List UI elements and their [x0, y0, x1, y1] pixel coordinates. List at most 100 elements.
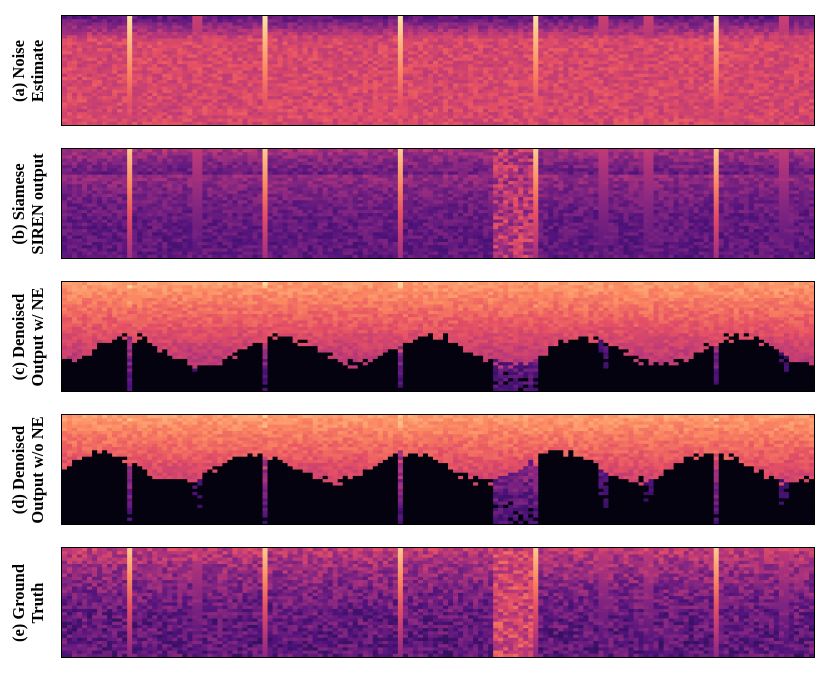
spectrogram-cell	[618, 121, 625, 125]
spectrogram-cell	[638, 121, 645, 125]
spectrogram-cell	[417, 121, 424, 125]
spectrogram-cell	[463, 121, 469, 125]
spectrogram-cell	[277, 121, 284, 125]
spectrogram-cell	[658, 121, 665, 125]
spectrogram-cell	[127, 121, 133, 125]
spectrogram-cell	[242, 121, 249, 125]
spectrogram-cell	[282, 121, 289, 125]
spectrogram-cell	[453, 121, 459, 125]
spectrogram-cell	[683, 121, 690, 125]
spectrogram-cell	[132, 121, 138, 125]
spectrogram-cell	[588, 121, 595, 125]
spectrogram-cell	[528, 121, 534, 125]
spectrogram-cell	[82, 121, 88, 125]
spectrogram-cell	[347, 121, 354, 125]
spectrogram-cell	[458, 121, 464, 125]
spectrogram-cell	[553, 121, 559, 125]
spectrogram-cell	[578, 121, 584, 125]
spectrogram-cell	[513, 121, 519, 125]
spectrogram-cell	[152, 121, 158, 125]
spectrogram-cell	[443, 121, 449, 125]
spectrogram-cell	[713, 121, 720, 125]
spectrogram-cell	[167, 121, 173, 125]
spectrogram-cell	[122, 121, 128, 125]
spectrogram-cell	[508, 121, 514, 125]
spectrogram-cell	[653, 121, 660, 125]
panel-label: (a) Noise Estimate	[0, 14, 56, 128]
spectrogram-cell	[97, 121, 103, 125]
spectrogram-cell	[292, 121, 299, 125]
spectrogram-cell	[397, 121, 404, 125]
spectrogram-cell	[758, 121, 765, 125]
spectrogram-cell	[377, 121, 384, 125]
spectrogram-cell	[673, 121, 680, 125]
spectrogram-cell	[137, 121, 143, 125]
spectrogram-cell	[182, 121, 188, 125]
spectrogram-cell	[643, 121, 650, 125]
spectrogram-cell	[593, 121, 600, 125]
spectrogram-cell	[573, 121, 579, 125]
spectrogram-cell	[448, 121, 454, 125]
spectrogram-cell	[202, 121, 208, 125]
spectrogram-cell	[678, 121, 685, 125]
spectrogram-cell	[668, 121, 675, 125]
spectrogram-cell	[728, 121, 735, 125]
spectrogram-cell	[337, 121, 344, 125]
spectrogram-cell	[583, 121, 589, 125]
spectrogram-cell	[327, 121, 334, 125]
spectrogram-cell	[422, 121, 429, 125]
figure: (a) Noise Estimate (b) Siamese SIREN out…	[0, 0, 831, 678]
spectrogram-cell	[407, 121, 414, 125]
spectrogram-cell	[307, 121, 314, 125]
spectrogram-cell	[247, 121, 254, 125]
spectrogram-cell	[62, 121, 68, 125]
spectrogram-cell	[773, 121, 780, 125]
spectrogram-cell	[698, 121, 705, 125]
spectrogram-cell	[753, 121, 760, 125]
spectrogram-cell	[117, 121, 123, 125]
spectrogram-cell	[112, 121, 118, 125]
spectrogram-cell	[92, 121, 98, 125]
spectrogram-cell	[703, 121, 710, 125]
spectrogram-cell	[548, 121, 554, 125]
spectrogram-cell	[788, 121, 795, 125]
spectrogram-cell	[72, 121, 78, 125]
spectrogram-cell	[107, 121, 113, 125]
spectrogram-cell	[222, 121, 229, 125]
spectrogram-cell	[733, 121, 740, 125]
spectrogram-cell	[438, 121, 444, 125]
spectrogram-cell	[77, 121, 83, 125]
spectrogram-cell	[392, 121, 399, 125]
spectrogram-cell	[538, 121, 544, 125]
spectrogram-cell	[723, 121, 730, 125]
panel-label-line-2: Estimate	[28, 6, 47, 136]
spectrogram-cell	[473, 121, 479, 125]
spectrogram-cell	[488, 121, 494, 125]
spectrogram-cell	[623, 121, 630, 125]
spectrogram-cell	[322, 121, 329, 125]
spectrogram-cell	[693, 121, 700, 125]
spectrogram-cell	[743, 121, 750, 125]
spectrogram-cell	[317, 121, 324, 125]
panel-label-line-1: (a) Noise	[9, 6, 28, 136]
spectrogram-cell	[267, 121, 274, 125]
spectrogram-cell	[192, 121, 198, 125]
spectrogram-cell	[272, 121, 279, 125]
spectrogram-cell	[628, 121, 635, 125]
spectrogram-cell	[563, 121, 569, 125]
spectrogram-cell	[633, 121, 640, 125]
spectrogram-cell	[427, 121, 434, 125]
spectrogram-cell	[608, 121, 615, 125]
spectrogram-cell	[518, 121, 524, 125]
spectrogram-cell	[172, 121, 178, 125]
spectrogram-cell	[523, 121, 529, 125]
spectrogram-cell	[232, 121, 239, 125]
spectrogram-cell	[468, 121, 474, 125]
spectrogram-cell	[67, 121, 73, 125]
spectrogram-cell	[382, 121, 389, 125]
spectrogram-cell	[157, 121, 163, 125]
spectrogram-cell	[387, 121, 394, 125]
spectrogram-cell	[162, 121, 168, 125]
spectrogram-cell	[768, 121, 775, 125]
spectrogram-cell	[237, 121, 244, 125]
